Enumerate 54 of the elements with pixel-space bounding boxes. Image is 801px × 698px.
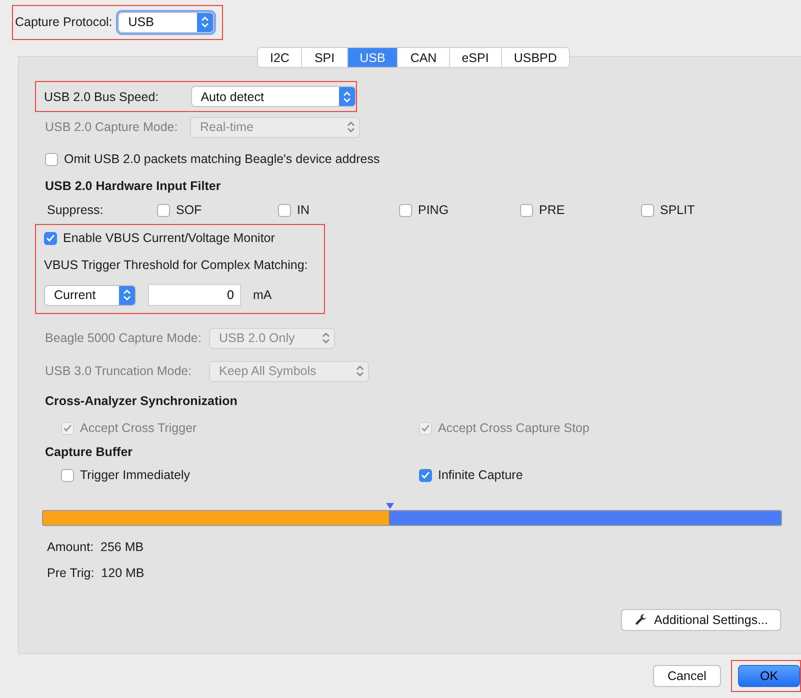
field-label: Suppress: [47,203,104,217]
chevrons-icon [123,289,131,301]
checkbox[interactable] [641,204,654,216]
chevrons-icon [347,121,355,133]
section-title: USB 2.0 Hardware Input Filter [45,179,221,193]
checkmark-icon [421,471,430,479]
checkbox[interactable] [399,204,412,216]
field-label: USB 2.0 Capture Mode: [45,120,179,134]
threshold-input[interactable]: 0 [148,284,241,306]
protocol-tab[interactable]: I2C [258,48,302,67]
checkbox[interactable] [45,152,58,166]
cancel-button[interactable]: Cancel [653,665,721,687]
dropdown[interactable]: Auto detect [190,86,356,107]
field-label: VBUS Trigger Threshold for Complex Matching: [44,258,308,272]
section-title: Cross-Analyzer Synchronization [45,394,238,408]
checkbox[interactable] [520,204,533,216]
checkmark-icon [421,424,430,432]
ok-button[interactable]: OK [738,665,800,687]
field-label: USB 3.0 Truncation Mode: [45,364,193,378]
checkbox[interactable] [157,204,170,216]
checkbox-label: Infinite Capture [438,468,523,482]
checkbox-label: PRE [539,203,565,217]
checkbox-label: Omit USB 2.0 packets matching Beagle's device address [64,152,380,166]
field-label: USB 2.0 Bus Speed: [44,90,160,104]
field-label: Beagle 5000 Capture Mode: [45,331,202,345]
pre-trigger-label: Pre Trig: 120 MB [47,566,144,580]
protocol-tab[interactable]: USB [348,48,398,67]
field-label: Capture Protocol: [15,15,112,29]
unit-label: mA [253,288,272,302]
checkbox-label: PING [418,203,449,217]
section-title: Capture Buffer [45,445,133,459]
dropdown[interactable]: Current [44,284,136,306]
checkbox-label: Accept Cross Trigger [80,421,197,435]
trigger-marker-icon [386,503,394,509]
checkbox[interactable] [44,232,57,244]
checkbox-label: IN [297,203,310,217]
checkmark-icon [63,424,72,432]
chevrons-icon [201,16,210,28]
checkmark-icon [46,234,55,242]
checkbox-label: SPLIT [660,203,695,217]
chevrons-icon [343,90,351,102]
checkbox-label: Accept Cross Capture Stop [438,421,590,435]
checkbox-label: Enable VBUS Current/Voltage Monitor [63,231,275,245]
checkbox[interactable] [419,468,432,482]
wrench-icon [634,613,648,627]
checkbox-label: SOF [176,203,202,217]
chevrons-icon [322,332,330,344]
amount-label: Amount: 256 MB [47,540,144,554]
dropdown[interactable]: USB [118,12,214,32]
checkbox[interactable] [61,468,74,482]
chevrons-icon [356,365,364,377]
checkbox[interactable] [278,204,291,216]
additional-settings-button[interactable]: Additional Settings... [621,609,781,631]
checkbox-label: Trigger Immediately [80,468,190,482]
